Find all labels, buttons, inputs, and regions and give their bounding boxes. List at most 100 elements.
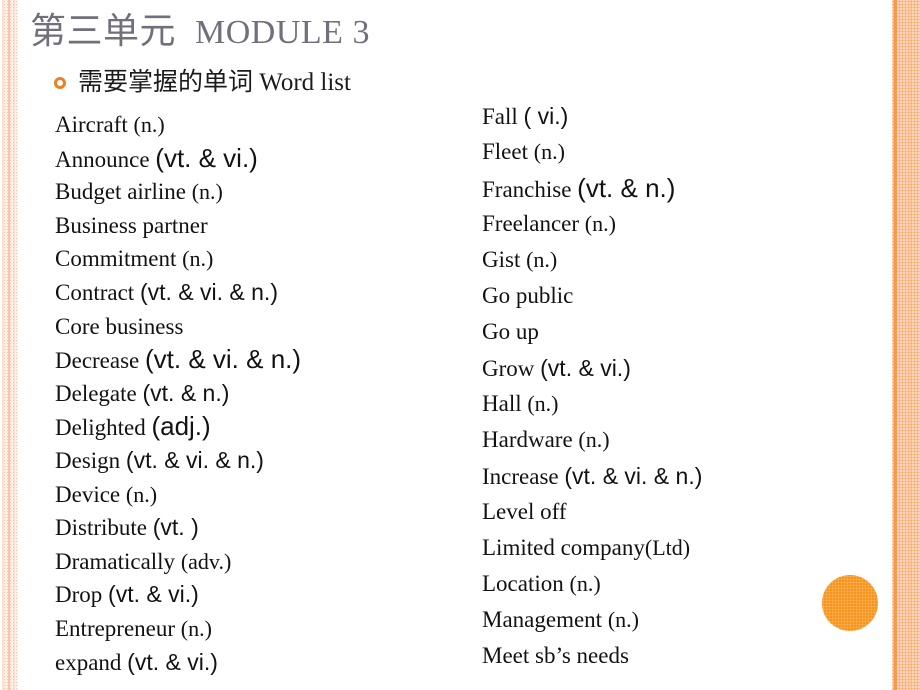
word-part-of-speech: ( vi.) <box>523 103 569 129</box>
word-list-item: Limited company(Ltd) <box>482 530 702 566</box>
word-list-item: Commitment (n.) <box>55 242 301 276</box>
word-list-item: Announce (vt. & vi.) <box>55 142 301 176</box>
word-list-item: Go up <box>482 314 702 350</box>
slide-canvas: 第三单元 MODULE 3 需要掌握的单词 Word list Aircraft… <box>0 0 920 690</box>
word-part-of-speech: (n.) <box>584 211 616 236</box>
word-headword: Device <box>55 481 121 507</box>
word-part-of-speech: (vt. & n.) <box>142 379 230 406</box>
word-part-of-speech: (n.) <box>533 139 565 164</box>
word-list-item: Drop (vt. & vi.) <box>55 578 301 612</box>
word-headword: Hardware <box>482 427 573 452</box>
word-list-item: Gist (n.) <box>482 242 702 278</box>
word-headword: Entrepreneur <box>55 615 176 641</box>
word-list-item: Hardware (n.) <box>482 422 702 458</box>
word-headword: Design <box>55 447 121 473</box>
word-list-item: Aircraft (n.) <box>55 108 301 142</box>
word-part-of-speech: (n.) <box>607 607 639 632</box>
word-list-item: Distribute (vt. ) <box>55 511 301 545</box>
word-part-of-speech: (vt. & vi.) <box>127 648 218 675</box>
word-headword: expand <box>55 649 122 675</box>
word-headword: Hall <box>482 391 522 416</box>
word-list-item: Management (n.) <box>482 602 702 638</box>
word-part-of-speech: (vt. & vi.) <box>108 581 199 608</box>
word-part-of-speech: (n.) <box>527 391 559 416</box>
page-title-cn: 第三单元 <box>30 11 177 51</box>
word-list-item: Core business <box>55 310 301 344</box>
word-headword: Drop <box>55 582 103 608</box>
word-list-item: Device (n.) <box>55 478 301 512</box>
word-headword: Delighted <box>55 415 146 441</box>
word-part-of-speech: (n.) <box>180 615 212 641</box>
word-part-of-speech: (n.) <box>133 112 165 137</box>
word-list-item: Increase (vt. & vi. & n.) <box>482 458 702 494</box>
orange-circle-decoration <box>822 575 878 631</box>
word-part-of-speech: (n.) <box>526 247 558 272</box>
word-list-item: Franchise (vt. & n.) <box>482 170 702 206</box>
word-list-item: Grow (vt. & vi.) <box>482 350 702 386</box>
word-part-of-speech: (vt. & vi. & n.) <box>564 463 703 489</box>
word-headword: Limited company <box>482 535 645 560</box>
subtitle-label: 需要掌握的单词 Word list <box>78 69 351 96</box>
word-headword: Distribute <box>55 515 147 541</box>
left-edge-dot-texture <box>3 0 17 690</box>
word-part-of-speech: (n.) <box>569 571 601 596</box>
word-headword: Contract <box>55 279 135 305</box>
word-headword: Core business <box>55 313 184 339</box>
word-headword: Level off <box>482 499 567 524</box>
word-headword: Freelancer <box>482 211 580 236</box>
left-edge-decoration <box>0 0 20 690</box>
word-list-item: Level off <box>482 494 702 530</box>
word-part-of-speech: (Ltd) <box>644 535 691 560</box>
word-headword: Go up <box>482 319 539 344</box>
word-headword: Fleet <box>482 139 528 164</box>
word-headword: Grow <box>482 356 535 381</box>
word-list-item: Contract (vt. & vi. & n.) <box>55 276 301 310</box>
word-list-item: Hall (n.) <box>482 386 702 422</box>
word-headword: Location <box>482 571 564 596</box>
word-part-of-speech: (vt. & vi. & n.) <box>145 344 302 375</box>
word-headword: Gist <box>482 247 521 272</box>
word-list-item: Location (n.) <box>482 566 702 602</box>
word-headword: Franchise <box>482 177 572 202</box>
word-list-item: Fleet (n.) <box>482 134 702 170</box>
word-list-item: Design (vt. & vi. & n.) <box>55 444 301 478</box>
word-list-right-column: Fall ( vi.) Fleet (n.) Franchise (vt. & n.… <box>482 98 702 674</box>
word-part-of-speech: (n.) <box>191 179 223 205</box>
word-part-of-speech: (vt. ) <box>152 514 199 541</box>
word-list-item: Decrease (vt. & vi. & n.) <box>55 343 301 377</box>
word-part-of-speech: (vt. & vi.) <box>155 142 258 173</box>
right-edge-rule-secondary <box>905 0 906 690</box>
word-headword: Decrease <box>55 348 140 374</box>
word-headword: Meet sb’s needs <box>482 643 629 668</box>
word-headword: Delegate <box>55 380 137 406</box>
word-headword: Increase <box>482 464 559 489</box>
word-list-item: Delighted (adj.) <box>55 410 301 444</box>
word-part-of-speech: (vt. & n.) <box>577 173 676 203</box>
word-part-of-speech: (n.) <box>182 246 214 272</box>
word-headword: Aircraft <box>55 112 128 137</box>
word-part-of-speech: (vt. & vi.) <box>540 355 631 381</box>
right-edge-rule-primary <box>894 0 897 690</box>
word-part-of-speech: (vt. & vi. & n.) <box>139 278 278 305</box>
word-headword: Management <box>482 607 603 632</box>
word-list-item: Dramatically (adv.) <box>55 545 301 579</box>
word-list-item: Fall ( vi.) <box>482 98 702 134</box>
word-list-item: Go public <box>482 278 702 314</box>
word-part-of-speech: (vt. & vi. & n.) <box>125 446 264 473</box>
word-list-item: Delegate (vt. & n.) <box>55 377 301 411</box>
word-list-item: Budget airline (n.) <box>55 175 301 209</box>
word-part-of-speech: (adj.) <box>151 411 211 442</box>
word-list-item: expand (vt. & vi.) <box>55 646 301 680</box>
word-headword: Commitment <box>55 246 177 272</box>
word-list-item: Entrepreneur (n.) <box>55 612 301 646</box>
ring-bullet-icon <box>54 77 66 89</box>
word-part-of-speech: (n.) <box>578 427 610 452</box>
right-edge-decoration <box>888 0 920 690</box>
word-part-of-speech: (n.) <box>125 481 158 507</box>
word-headword: Dramatically <box>55 548 176 574</box>
word-headword: Go public <box>482 283 574 308</box>
word-list-item: Business partner <box>55 209 301 243</box>
page-title: 第三单元 MODULE 3 <box>30 8 370 56</box>
word-headword: Fall <box>482 104 518 129</box>
word-list-left-column: Aircraft (n.) Announce (vt. & vi.) Budget … <box>55 108 301 679</box>
